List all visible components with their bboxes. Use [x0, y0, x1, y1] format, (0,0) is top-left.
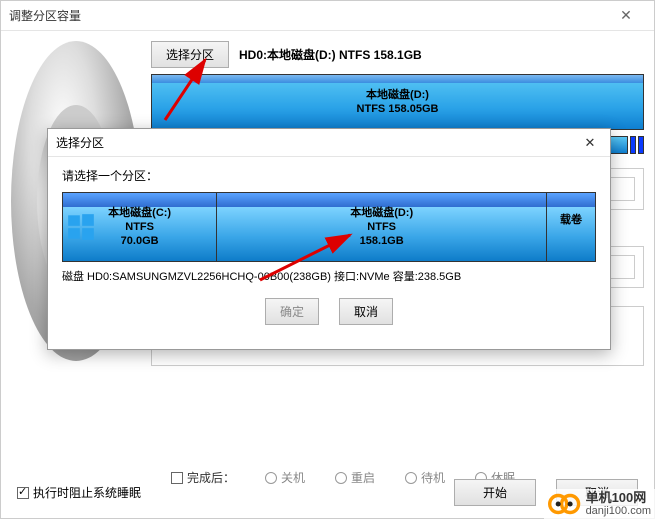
- indicator-icon: [638, 136, 644, 154]
- prevent-sleep-checkbox[interactable]: 执行时阻止系统睡眠: [17, 484, 141, 501]
- dialog-partition-1[interactable]: 本地磁盘(D:)NTFS158.1GB: [217, 193, 547, 261]
- select-partition-button[interactable]: 选择分区: [151, 41, 229, 68]
- dialog-partition-0[interactable]: 本地磁盘(C:)NTFS70.0GB: [63, 193, 217, 261]
- dialog-ok-button[interactable]: 确定: [265, 298, 319, 325]
- dialog-title: 选择分区: [56, 134, 578, 151]
- indicator-icon: [630, 136, 636, 154]
- start-button[interactable]: 开始: [454, 479, 536, 506]
- partition-bar[interactable]: 本地磁盘(D:) NTFS 158.05GB: [151, 74, 644, 130]
- checkbox-icon: [17, 487, 29, 499]
- close-icon[interactable]: ✕: [606, 7, 646, 24]
- dialog-close-icon[interactable]: ✕: [578, 135, 602, 151]
- window-title: 调整分区容量: [9, 7, 606, 24]
- watermark: 单机100网 danji100.com: [544, 489, 655, 519]
- partition-fs-size: NTFS 158.05GB: [357, 102, 439, 116]
- partition-name: 本地磁盘(D:): [366, 88, 429, 102]
- select-partition-dialog: 选择分区 ✕ 请选择一个分区： 本地磁盘(C:)NTFS70.0GB本地磁盘(D…: [47, 128, 611, 350]
- select-partition-row: 选择分区 HD0:本地磁盘(D:) NTFS 158.1GB: [151, 41, 644, 68]
- dialog-partition-bar: 本地磁盘(C:)NTFS70.0GB本地磁盘(D:)NTFS158.1GB载卷: [62, 192, 596, 262]
- disk-info-label: 磁盘 HD0:SAMSUNGMZVL2256HCHQ-00B00(238GB) …: [62, 268, 596, 284]
- dialog-cancel-button[interactable]: 取消: [339, 298, 393, 325]
- dialog-titlebar: 选择分区 ✕: [48, 129, 610, 157]
- watermark-text: 单机100网: [586, 491, 651, 505]
- dialog-partition-2[interactable]: 载卷: [547, 193, 595, 261]
- watermark-domain: danji100.com: [586, 505, 651, 517]
- windows-icon: [67, 213, 95, 241]
- dialog-hint: 请选择一个分区：: [62, 167, 596, 184]
- watermark-logo-icon: [548, 492, 582, 516]
- prevent-sleep-label: 执行时阻止系统睡眠: [33, 484, 141, 501]
- titlebar: 调整分区容量 ✕: [1, 1, 654, 31]
- selected-partition-label: HD0:本地磁盘(D:) NTFS 158.1GB: [239, 46, 422, 63]
